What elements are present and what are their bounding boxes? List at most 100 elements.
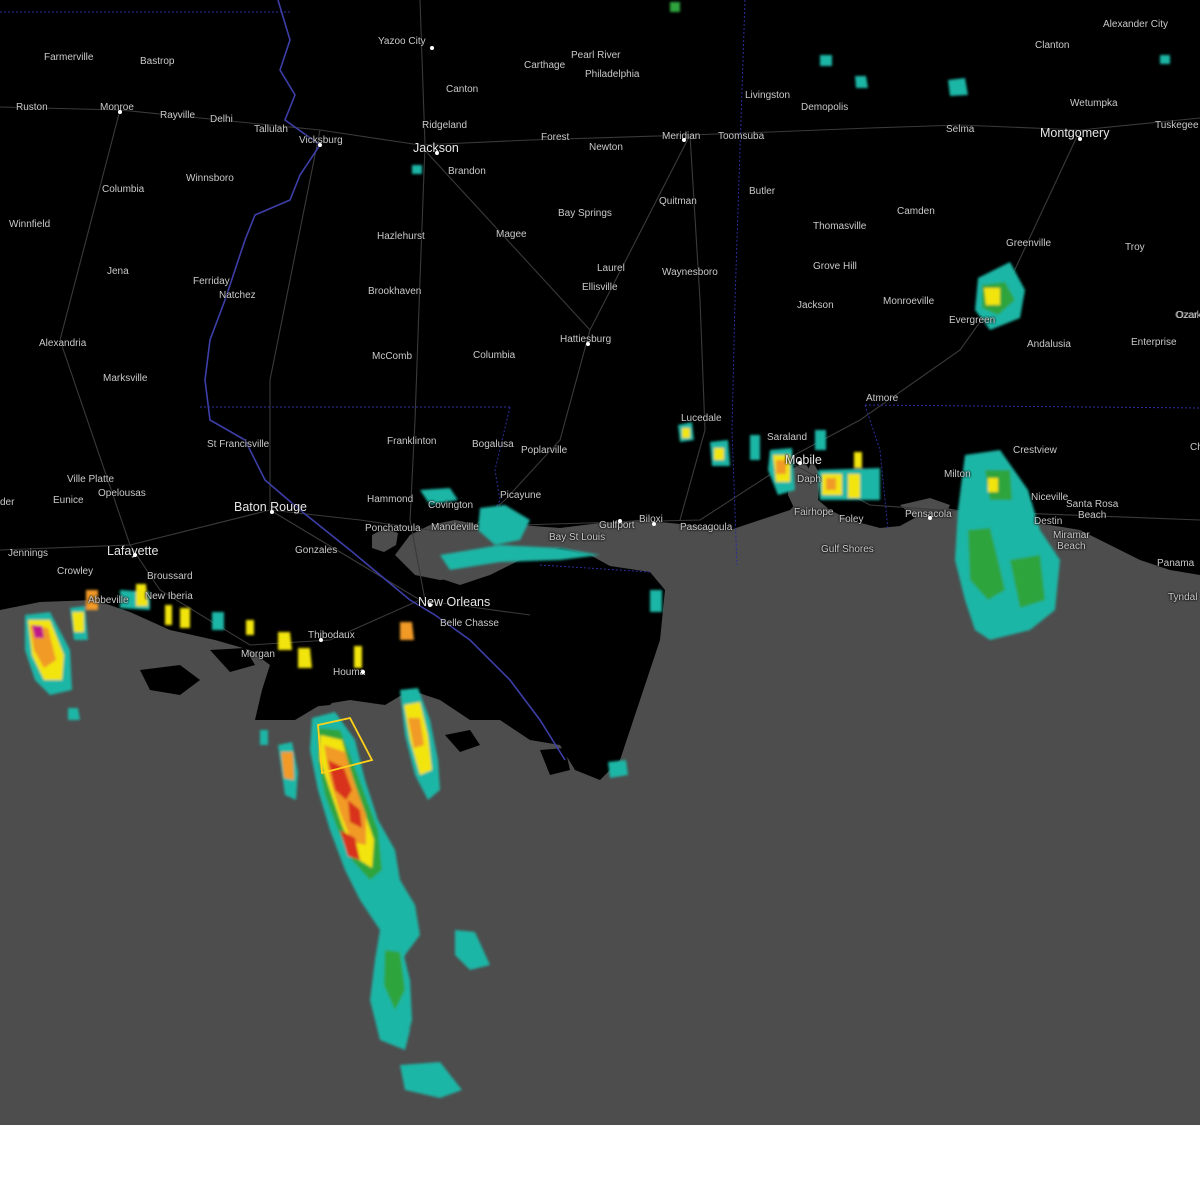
city-label-tallulah: Tallulah [254,124,288,135]
city-label-ridgeland: Ridgeland [422,120,468,131]
city-label-lucedale: Lucedale [681,413,722,424]
city-dot-thibodaux [319,638,323,642]
city-label-fairhope: Fairhope [794,507,834,518]
city-dot-baton-rouge [270,510,274,514]
city-label-tuskegee: Tuskegee [1155,120,1199,131]
city-label-farmerville: Farmerville [44,52,94,63]
city-label-ruston: Ruston [16,102,48,113]
city-label-ozar: Ozar [1176,310,1198,321]
city-label-demopolis: Demopolis [801,102,849,113]
city-label-delhi: Delhi [210,114,233,125]
city-label-new-iberia: New Iberia [145,591,193,602]
city-label-evergreen: Evergreen [949,315,996,326]
city-label-grove-hill: Grove Hill [813,261,857,272]
city-label-bay-springs: Bay Springs [558,208,612,219]
city-dot-montgomery [1078,137,1082,141]
city-label-newton: Newton [589,142,623,153]
city-label-hammond: Hammond [367,494,414,505]
city-label-tyndall: Tyndal [1168,592,1198,603]
city-label-mccomb: McComb [372,351,413,362]
city-label-ellisville: Ellisville [582,282,618,293]
city-label-andalusia: Andalusia [1027,339,1071,350]
city-label-ponchatoula: Ponchatoula [365,523,421,534]
city-label-eunice: Eunice [53,495,84,506]
city-label-miramar-beach: Miramar Beach [1053,530,1090,552]
city-label-laurel: Laurel [597,263,625,274]
city-label-franklinton: Franklinton [387,436,437,447]
city-label-philadelphia: Philadelphia [585,69,640,80]
city-label-selma: Selma [946,124,975,135]
radar-map[interactable]: Yazoo City Farmerville Bastrop Pearl River C… [0,0,1200,1125]
city-label-atmore: Atmore [866,393,899,404]
city-label-monroe: Monroe [100,102,134,113]
city-label-magee: Magee [496,229,527,240]
city-dot-mobile [798,461,802,465]
city-label-troy: Troy [1125,242,1145,253]
city-label-marksville: Marksville [103,373,148,384]
city-label-columbia-ms: Columbia [473,350,516,361]
city-label-morgan-city: Morgan [241,649,275,660]
city-label-santa-rosa-beach: Santa Rosa Beach [1066,499,1119,521]
city-label-forest: Forest [541,132,570,143]
city-label-brookhaven: Brookhaven [368,286,422,297]
city-label-milton: Milton [944,469,971,480]
city-label-gulf-shores: Gulf Shores [821,544,874,555]
city-label-monroeville: Monroeville [883,296,935,307]
city-label-daphne: Daph [797,474,821,485]
city-label-pascagoula: Pascagoula [680,522,733,533]
map-canvas[interactable] [0,0,1200,1125]
city-label-jennings: Jennings [8,548,49,559]
city-dot-jackson [435,151,439,155]
city-label-ferriday: Ferriday [193,276,230,287]
city-label-covington: Covington [428,500,474,511]
city-label-bay-st-louis: Bay St Louis [549,532,606,543]
city-dot-pensacola [928,516,932,520]
city-label-winnfield: Winnfield [9,219,51,230]
city-label-yazoo-city: Yazoo City [378,36,426,47]
city-dot-biloxi [652,522,656,526]
city-label-crestview: Crestview [1013,445,1057,456]
city-label-natchez: Natchez [219,290,256,301]
city-label-wetumpka: Wetumpka [1070,98,1118,109]
city-dot-lafayette [133,553,137,557]
city-label-destin: Destin [1034,516,1063,527]
city-label-opelousas: Opelousas [98,488,146,499]
city-label-foley: Foley [839,514,864,525]
city-label-camden: Camden [897,206,935,217]
city-label-alexandria: Alexandria [39,338,87,349]
city-label-der: der [0,497,15,508]
city-label-jena: Jena [107,266,129,277]
city-label-brandon: Brandon [448,166,486,177]
city-label-ville-platte: Ville Platte [67,474,115,485]
city-label-waynesboro: Waynesboro [662,267,718,278]
city-label-saraland: Saraland [767,432,808,443]
city-label-carthage: Carthage [524,60,566,71]
city-label-belle-chasse: Belle Chasse [440,618,499,629]
city-label-jackson-al: Jackson [797,300,834,311]
city-label-quitman: Quitman [659,196,697,207]
city-label-panama: Panama [1157,558,1195,569]
city-label-montgomery: Montgomery [1040,126,1110,140]
city-label-greenville: Greenville [1006,238,1052,249]
city-label-gulfport: Gulfport [599,520,635,531]
city-dot-meridian [682,138,686,142]
city-dot-yazoo-city [430,46,434,50]
city-label-bastrop: Bastrop [140,56,175,67]
city-label-enterprise: Enterprise [1131,337,1177,348]
city-label-pearl-river: Pearl River [571,50,621,61]
city-label-alexander-city: Alexander City [1103,19,1169,30]
city-label-biloxi: Biloxi [639,514,663,525]
city-label-livingston: Livingston [745,90,791,101]
city-dot-hattiesburg [586,342,590,346]
city-label-poplarville: Poplarville [521,445,568,456]
city-label-hazlehurst: Hazlehurst [377,231,425,242]
city-label-gonzales: Gonzales [295,545,338,556]
city-label-niceville: Niceville [1031,492,1069,503]
city-label-clanton: Clanton [1035,40,1070,51]
blank-footer [0,1125,1200,1200]
city-label-winnsboro: Winnsboro [186,173,234,184]
city-label-mandeville: Mandeville [431,522,479,533]
city-dot-vicksburg [318,143,322,147]
city-dot-gulfport [618,519,622,523]
city-label-columbia-la: Columbia [102,184,145,195]
